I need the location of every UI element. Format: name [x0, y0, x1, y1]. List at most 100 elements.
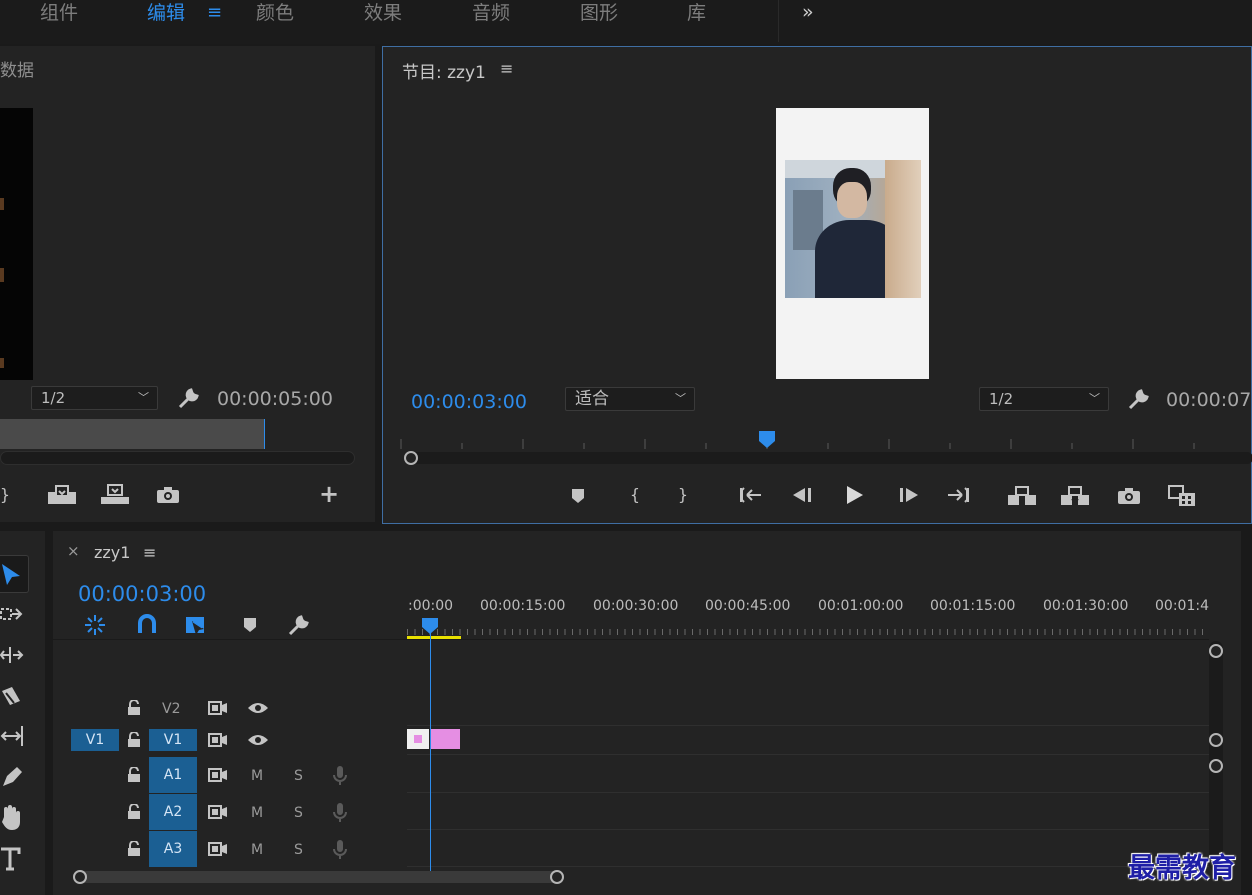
scroll-handle-right[interactable] [550, 870, 564, 884]
timeline-time-ruler[interactable] [407, 619, 1207, 637]
button-editor-plus-icon[interactable]: + [316, 482, 342, 506]
track-a3[interactable] [407, 831, 1209, 867]
comparison-view-icon[interactable] [1167, 484, 1197, 508]
program-current-timecode[interactable]: 00:00:03:00 [411, 391, 527, 413]
export-frame-camera-icon[interactable] [156, 486, 180, 504]
mute-button-a3[interactable]: M [251, 842, 263, 858]
eye-icon[interactable] [247, 733, 269, 747]
pen-tool-icon[interactable] [0, 765, 24, 789]
lock-open-icon[interactable] [127, 841, 141, 857]
program-settings-wrench-icon[interactable] [1127, 387, 1151, 411]
track-target-v1[interactable]: V1 [149, 729, 197, 751]
source-panel-title[interactable]: 数据 [0, 56, 34, 81]
workspace-tab-libraries[interactable]: 库 [687, 0, 706, 28]
lift-icon[interactable] [1007, 485, 1037, 507]
workspace-tab-effects[interactable]: 效果 [364, 0, 402, 28]
export-frame-camera-icon[interactable] [1117, 487, 1141, 505]
microphone-icon[interactable] [333, 839, 347, 861]
lock-open-icon[interactable] [127, 732, 141, 748]
workspace-menu-icon[interactable]: ≡ [207, 0, 222, 26]
timeline-horizontal-scrollbar[interactable] [73, 871, 561, 883]
step-forward-icon[interactable] [898, 487, 920, 503]
program-fit-dropdown[interactable]: 适合 ﹀ [565, 387, 695, 411]
extract-icon[interactable] [1060, 485, 1090, 507]
play-icon[interactable] [845, 485, 865, 505]
track-target-a2[interactable]: A2 [149, 794, 197, 830]
add-marker-icon[interactable] [571, 488, 585, 504]
go-to-out-icon[interactable] [946, 485, 970, 505]
sequence-tab[interactable]: zzy1 [94, 543, 130, 562]
video-clip[interactable] [430, 729, 460, 749]
source-goto-out-icon[interactable]: } [0, 484, 18, 506]
overwrite-icon[interactable] [100, 484, 130, 506]
source-scrubber-range[interactable] [0, 419, 265, 449]
source-timecode[interactable]: 00:00:05:00 [217, 388, 333, 410]
program-zoom-scrollbar[interactable] [404, 452, 1252, 464]
mark-out-icon[interactable]: } [670, 484, 696, 506]
sync-lock-icon[interactable] [208, 700, 228, 716]
track-target-a3[interactable]: A3 [149, 831, 197, 867]
solo-button-a1[interactable]: S [294, 768, 303, 784]
workspace-tab-color[interactable]: 颜色 [256, 0, 294, 28]
close-sequence-icon[interactable]: × [67, 542, 80, 560]
track-label-v2[interactable]: V2 [162, 701, 180, 717]
program-panel-title[interactable]: 节目: zzy1 [402, 58, 486, 83]
scroll-handle-left[interactable] [73, 870, 87, 884]
source-zoom-scrollbar[interactable] [0, 451, 355, 465]
solo-button-a2[interactable]: S [294, 805, 303, 821]
track-select-forward-tool-icon[interactable] [0, 604, 24, 624]
program-panel-menu-icon[interactable]: ≡ [500, 59, 513, 78]
track-v2[interactable] [407, 690, 1209, 726]
track-a1[interactable] [407, 757, 1209, 793]
scroll-handle-top[interactable] [1209, 644, 1223, 658]
workspace-tab-graphics[interactable]: 图形 [580, 0, 618, 28]
microphone-icon[interactable] [333, 765, 347, 787]
clip-thumbnail[interactable] [407, 729, 429, 749]
solo-button-a3[interactable]: S [294, 842, 303, 858]
ripple-edit-tool-icon[interactable] [0, 645, 24, 665]
sync-lock-icon[interactable] [208, 732, 228, 748]
program-time-ruler[interactable] [399, 431, 1251, 449]
program-playhead-icon[interactable] [758, 429, 776, 449]
lock-open-icon[interactable] [127, 767, 141, 783]
add-marker-icon[interactable] [243, 617, 257, 633]
mute-button-a1[interactable]: M [251, 768, 263, 784]
track-target-a1[interactable]: A1 [149, 757, 197, 793]
sequence-menu-icon[interactable]: ≡ [143, 543, 156, 562]
workspace-tab-editing[interactable]: 编辑 [147, 0, 185, 28]
type-tool-icon[interactable] [0, 847, 26, 871]
selection-tool-icon[interactable] [0, 563, 22, 587]
timeline-current-timecode[interactable]: 00:00:03:00 [78, 582, 206, 606]
scroll-handle-audio-top[interactable] [1209, 759, 1223, 773]
timeline-playhead-line[interactable] [430, 631, 431, 871]
track-a2[interactable] [407, 794, 1209, 830]
more-workspaces-button[interactable]: » [802, 0, 814, 24]
source-playhead[interactable] [264, 419, 265, 449]
sync-lock-icon[interactable] [208, 804, 228, 820]
lock-open-icon[interactable] [127, 804, 141, 820]
sync-lock-icon[interactable] [208, 767, 228, 783]
razor-tool-icon[interactable] [0, 685, 22, 709]
go-to-in-icon[interactable] [739, 485, 763, 505]
timeline-settings-wrench-icon[interactable] [287, 613, 311, 637]
source-zoom-dropdown[interactable]: 1/2 ﹀ [31, 386, 158, 410]
source-patch-v1[interactable]: V1 [71, 729, 119, 751]
program-zoom-dropdown[interactable]: 1/2 ﹀ [979, 387, 1109, 411]
eye-icon[interactable] [247, 701, 269, 715]
lock-open-icon[interactable] [127, 700, 141, 716]
track-v1[interactable] [407, 727, 1209, 755]
source-settings-wrench-icon[interactable] [177, 386, 201, 410]
microphone-icon[interactable] [333, 802, 347, 824]
mark-in-icon[interactable]: { [622, 484, 648, 506]
workspace-tab-audio[interactable]: 音频 [472, 0, 510, 28]
program-scroll-handle[interactable] [404, 451, 418, 465]
linked-selection-icon[interactable] [184, 613, 208, 637]
slip-tool-icon[interactable] [0, 725, 26, 747]
mute-button-a2[interactable]: M [251, 805, 263, 821]
snap-magnet-icon[interactable] [136, 613, 158, 635]
step-back-icon[interactable] [791, 487, 813, 503]
sync-lock-icon[interactable] [208, 841, 228, 857]
workspace-tab-assembly[interactable]: 组件 [40, 0, 78, 28]
nest-insert-icon[interactable] [83, 613, 107, 637]
scroll-handle-video-bottom[interactable] [1209, 733, 1223, 747]
